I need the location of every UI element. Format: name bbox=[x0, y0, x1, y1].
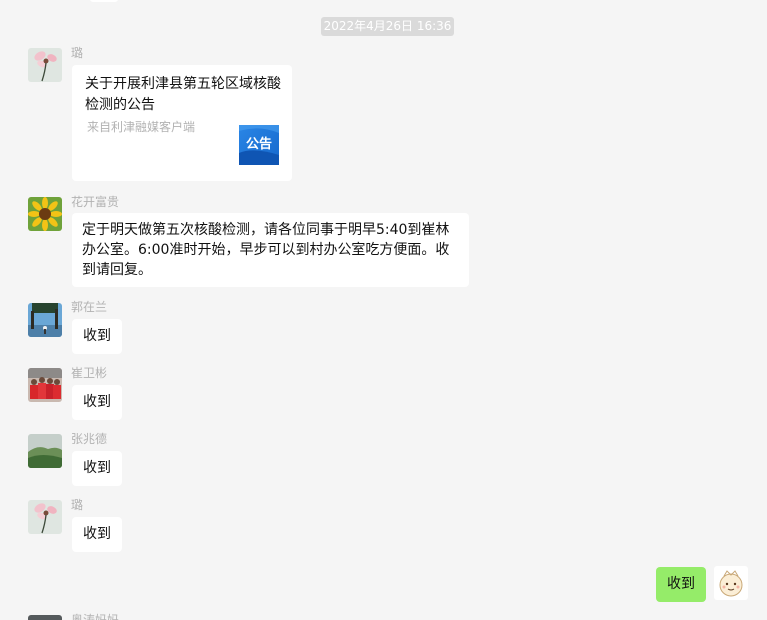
text-message-bubble[interactable]: 收到 bbox=[72, 385, 122, 420]
sender-name: 璐 bbox=[71, 46, 84, 60]
link-card-message[interactable]: 关于开展利津县第五轮区域核酸检测的公告 来自利津融媒客户端 公告 bbox=[72, 65, 292, 181]
cartoon-avatar-icon[interactable] bbox=[714, 566, 748, 600]
card-title: 关于开展利津县第五轮区域核酸检测的公告 bbox=[85, 76, 281, 113]
text-message-bubble[interactable]: 收到 bbox=[72, 517, 122, 552]
tree-avatar-icon[interactable] bbox=[28, 303, 62, 337]
sender-name: 奥涛妈妈 bbox=[71, 613, 120, 620]
sender-name: 郭在兰 bbox=[71, 300, 108, 314]
message-timestamp: 2022年4月26日 16:36 bbox=[321, 17, 454, 36]
chat-window: 2022年4月26日 16:36 璐 关于开展利津县第五轮区域核酸检测的公告 来… bbox=[0, 0, 767, 620]
text-message-bubble[interactable]: 定于明天做第五次核酸检测，请各位同事于明早5:40到崔林办公室。6:00准时开始… bbox=[72, 213, 469, 287]
previous-message-bubble-stub bbox=[90, 0, 118, 2]
text-message-bubble[interactable]: 收到 bbox=[72, 319, 122, 354]
card-source: 来自利津融媒客户端 bbox=[87, 120, 196, 134]
sender-name: 花开富贵 bbox=[71, 195, 120, 209]
sender-name: 崔卫彬 bbox=[71, 366, 108, 380]
text-message-bubble[interactable]: 收到 bbox=[72, 451, 122, 486]
card-thumb-text: 公告 bbox=[245, 137, 272, 152]
own-text-message-bubble[interactable]: 收到 bbox=[656, 567, 706, 602]
sunflower-avatar-icon[interactable] bbox=[28, 197, 62, 231]
flower-avatar-icon[interactable] bbox=[28, 48, 62, 82]
sender-name: 张兆德 bbox=[71, 432, 108, 446]
sender-name: 璐 bbox=[71, 498, 84, 512]
dark-avatar-icon[interactable] bbox=[28, 615, 62, 620]
announcement-thumbnail-icon: 公告 bbox=[239, 125, 279, 165]
flower-avatar-icon[interactable] bbox=[28, 500, 62, 534]
landscape-avatar-icon[interactable] bbox=[28, 434, 62, 468]
group-photo-avatar-icon[interactable] bbox=[28, 368, 62, 402]
